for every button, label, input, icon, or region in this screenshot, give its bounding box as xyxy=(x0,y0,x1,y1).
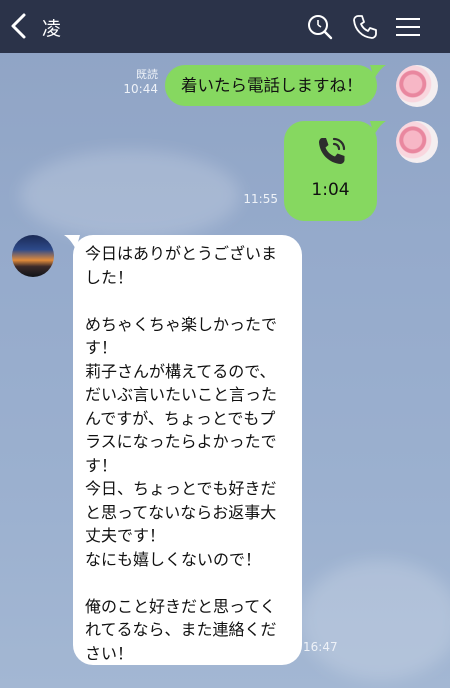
message-text: 今日はありがとうございました！ めちゃくちゃ楽しかったです！ 莉子さんが構えてる… xyxy=(85,244,278,663)
phone-call-icon xyxy=(319,137,346,164)
background-cloud xyxy=(300,560,450,680)
bubble-tail xyxy=(370,121,386,135)
message-text: 着いたら電話しますね！ xyxy=(181,76,363,95)
bubble-tail xyxy=(370,65,386,79)
call-bubble[interactable]: 1:04 xyxy=(284,121,377,221)
search-icon[interactable] xyxy=(306,13,334,41)
my-avatar[interactable] xyxy=(396,65,438,107)
received-message-bubble[interactable]: 今日はありがとうございました！ めちゃくちゃ楽しかったです！ 莉子さんが構えてる… xyxy=(73,235,302,665)
chevron-left-icon[interactable] xyxy=(8,12,30,40)
message-time: 11:55 xyxy=(243,192,278,206)
contact-avatar[interactable] xyxy=(12,235,54,277)
background-cloud xyxy=(20,150,240,240)
message-time: 10:44 xyxy=(123,82,158,96)
phone-icon[interactable] xyxy=(351,13,379,41)
chat-header: 凌 xyxy=(0,0,450,53)
message-time: 16:47 xyxy=(303,640,338,654)
read-receipt: 既読 xyxy=(136,68,158,81)
my-avatar[interactable] xyxy=(396,121,438,163)
sent-message-bubble[interactable]: 着いたら電話しますね！ xyxy=(165,65,377,106)
call-duration: 1:04 xyxy=(311,180,350,200)
chat-title: 凌 xyxy=(42,18,62,40)
menu-icon[interactable] xyxy=(394,13,422,41)
